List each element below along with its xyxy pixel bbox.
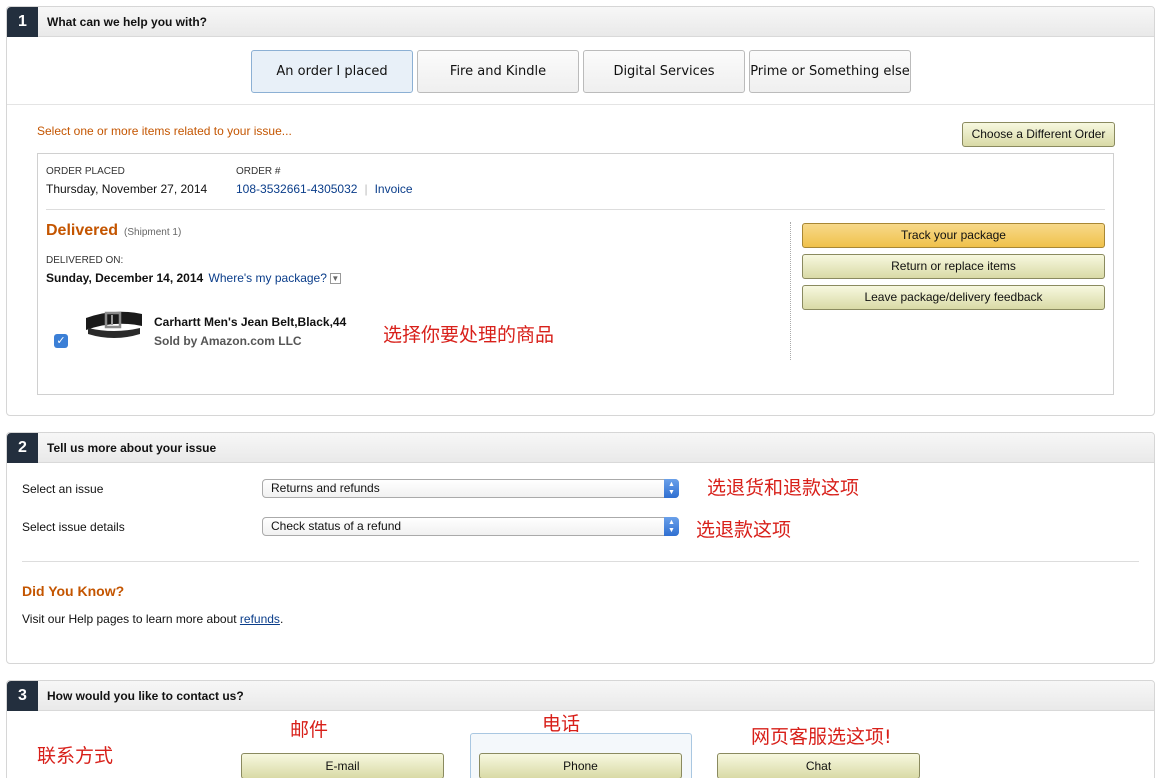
invoice-link[interactable]: Invoice [375, 182, 413, 196]
shipment-label: (Shipment 1) [124, 227, 182, 238]
delivered-on-date: Sunday, December 14, 2014 [46, 271, 204, 285]
choose-different-order-button[interactable]: Choose a Different Order [962, 122, 1115, 147]
item-checkbox[interactable]: ✓ [54, 334, 68, 348]
help-pages-prefix: Visit our Help pages to learn more about [22, 612, 240, 626]
item-seller: Sold by Amazon.com LLC [154, 334, 302, 348]
help-pages-suffix: . [279, 612, 284, 626]
order-card: ORDER PLACED Thursday, November 27, 2014… [37, 153, 1114, 395]
delivered-label: Delivered [46, 222, 119, 239]
divider [46, 209, 1105, 210]
help-pages-text: Visit our Help pages to learn more about… [22, 612, 283, 626]
chat-button[interactable]: Chat [717, 753, 920, 778]
order-number-label: ORDER # [236, 166, 281, 177]
order-number-link[interactable]: 108-3532661-4305032 [236, 182, 357, 196]
select-arrow-icon: ▲ ▼ [664, 479, 679, 498]
issue-select-value: Returns and refunds [271, 481, 380, 495]
product-belt-image [86, 311, 142, 338]
item-name[interactable]: Carhartt Men's Jean Belt,Black,44 [154, 315, 346, 329]
annotation-contact-method: 联系方式 [37, 745, 114, 767]
delivery-feedback-button[interactable]: Leave package/delivery feedback [802, 285, 1105, 310]
divider [790, 222, 791, 360]
divider [22, 561, 1139, 562]
step-number-badge: 3 [7, 681, 38, 711]
section-title: Tell us more about your issue [47, 441, 217, 455]
chevron-down-icon[interactable]: ▼ [329, 273, 341, 284]
select-items-note: Select one or more items related to your… [37, 124, 292, 138]
order-placed-label: ORDER PLACED [46, 166, 125, 177]
delivery-status: Delivered (Shipment 1) [46, 222, 181, 240]
tab-fire-kindle[interactable]: Fire and Kindle [417, 50, 579, 93]
section-header: 2 Tell us more about your issue [7, 433, 1154, 463]
annotation-select-item: 选择你要处理的商品 [383, 324, 555, 346]
wheres-my-package-link[interactable]: Where's my package? [209, 271, 327, 285]
order-number-row: 108-3532661-4305032 | Invoice [236, 182, 413, 196]
return-replace-button[interactable]: Return or replace items [802, 254, 1105, 279]
delivered-on-label: DELIVERED ON: [46, 255, 124, 266]
topic-tabs: An order I placed Fire and Kindle Digita… [251, 50, 911, 93]
annotation-phone: 电话 [542, 713, 581, 735]
section-title: What can we help you with? [47, 15, 208, 29]
section-header: 3 How would you like to contact us? [7, 681, 1154, 711]
tab-digital-services[interactable]: Digital Services [583, 50, 745, 93]
divider [7, 104, 1154, 105]
section-help-topic: 1 What can we help you with? An order I … [6, 6, 1155, 416]
did-you-know-heading: Did You Know? [22, 583, 125, 599]
section-issue-details: 2 Tell us more about your issue Select a… [6, 432, 1155, 664]
section-title: How would you like to contact us? [47, 689, 244, 703]
separator: | [364, 182, 368, 196]
step-number-badge: 2 [7, 433, 38, 463]
tab-prime-other[interactable]: Prime or Something else [749, 50, 911, 93]
annotation-email: 邮件 [290, 719, 329, 741]
select-arrow-icon: ▲ ▼ [664, 517, 679, 536]
annotation-issue: 选退货和退款这项 [707, 477, 860, 499]
issue-details-label: Select issue details [22, 520, 125, 534]
issue-select[interactable]: Returns and refunds ▲ ▼ [262, 479, 679, 498]
delivered-on-row: Sunday, December 14, 2014 Where's my pac… [46, 271, 341, 285]
step-number-badge: 1 [7, 7, 38, 37]
issue-details-select[interactable]: Check status of a refund ▲ ▼ [262, 517, 679, 536]
issue-details-select-value: Check status of a refund [271, 519, 402, 533]
track-package-button[interactable]: Track your package [802, 223, 1105, 248]
section-header: 1 What can we help you with? [7, 7, 1154, 37]
tab-order-placed[interactable]: An order I placed [251, 50, 413, 93]
annotation-chat: 网页客服选这项! [751, 726, 892, 748]
phone-button[interactable]: Phone [479, 753, 682, 778]
order-placed-date: Thursday, November 27, 2014 [46, 182, 208, 196]
email-button[interactable]: E-mail [241, 753, 444, 778]
issue-label: Select an issue [22, 482, 104, 496]
refunds-link[interactable]: refunds [240, 612, 280, 626]
annotation-details: 选退款这项 [696, 519, 792, 541]
section-contact-method: 3 How would you like to contact us? 联系方式… [6, 680, 1155, 778]
